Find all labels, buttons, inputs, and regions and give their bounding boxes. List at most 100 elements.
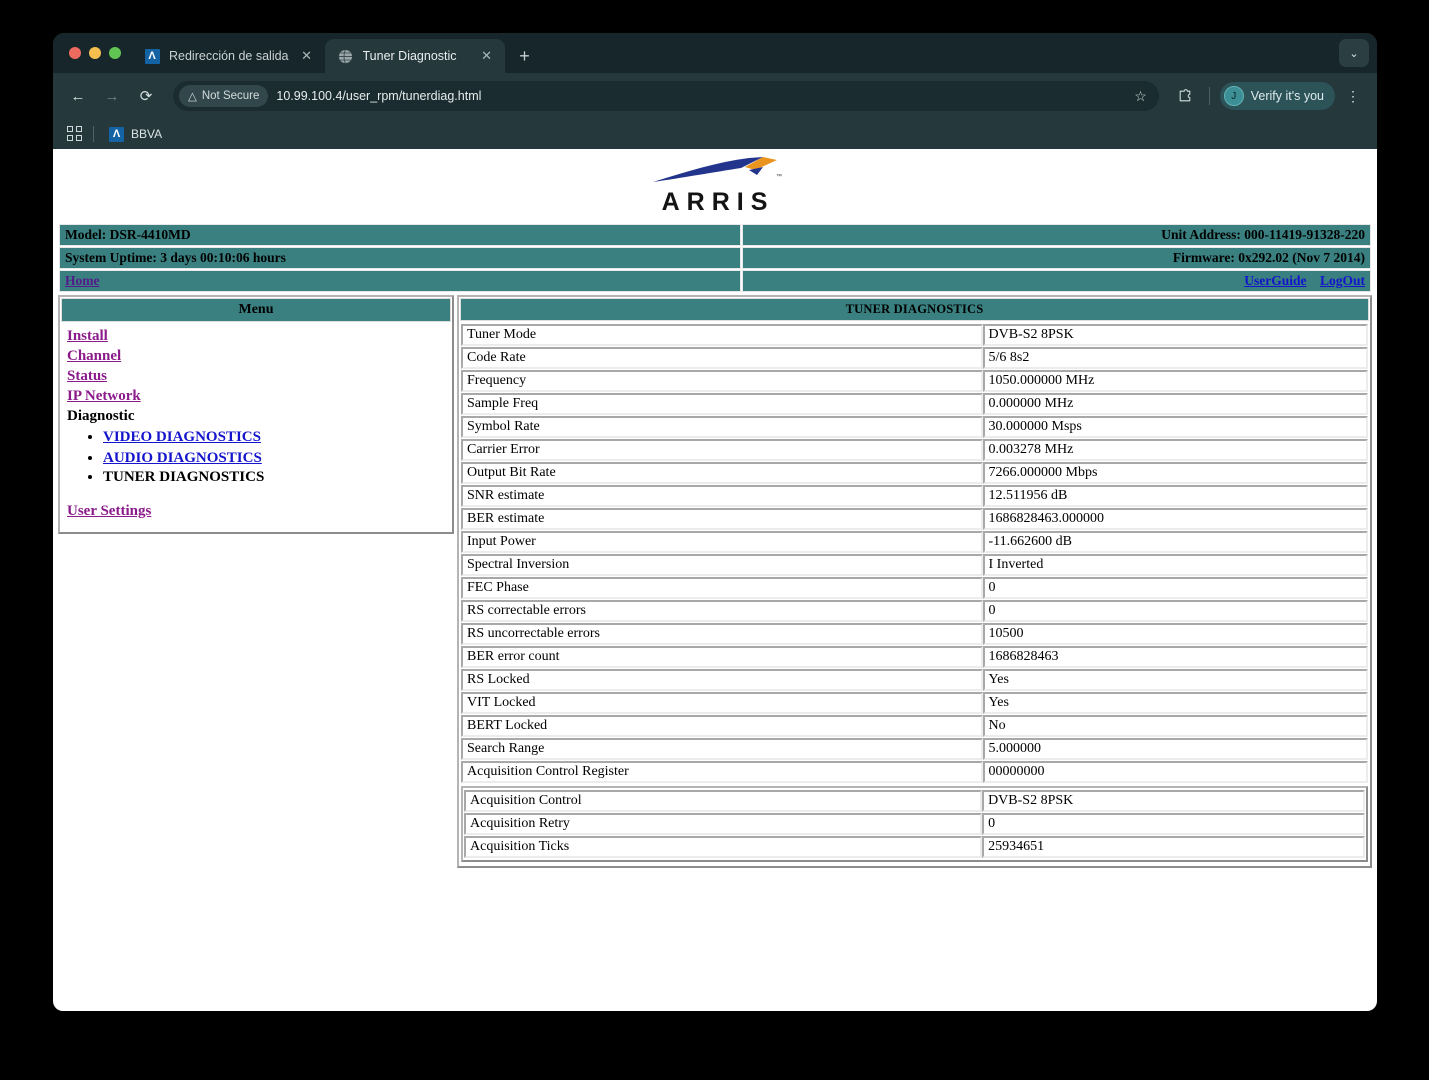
table-row: Code Rate 5/6 8s2: [461, 347, 1368, 369]
tab-close-icon[interactable]: ✕: [298, 47, 316, 65]
rows-value: 1050.000000 MHz: [982, 370, 1368, 392]
rows-value: 1686828463: [982, 646, 1368, 668]
sidebar-item-status[interactable]: Status: [67, 368, 107, 385]
rows-key: BERT Locked: [461, 715, 983, 737]
model-label: Model: DSR-4410MD: [59, 224, 741, 246]
info-row-uptime: System Uptime: 3 days 00:10:06 hours Fir…: [59, 247, 1371, 269]
rows-value: Yes: [982, 692, 1368, 714]
table-row: VIT Locked Yes: [461, 692, 1368, 714]
menu-title: Menu: [61, 298, 451, 322]
sidebar-item-user-settings[interactable]: User Settings: [67, 503, 151, 520]
table-row: BER estimate 1686828463.000000: [461, 508, 1368, 530]
bookmarks-bar: Λ BBVA: [53, 119, 1377, 149]
minimize-window-button[interactable]: [89, 47, 101, 59]
rows-key: FEC Phase: [461, 577, 983, 599]
rows-key: RS correctable errors: [461, 600, 983, 622]
avatar: J: [1223, 86, 1244, 106]
tuner-diagnostics-table: Tuner Mode DVB-S2 8PSK Code Rate 5/6 8s2 Fre…: [461, 323, 1368, 784]
device-info-table: Model: DSR-4410MD Unit Address: 000-1141…: [58, 223, 1372, 293]
extensions-puzzle-icon[interactable]: [1171, 82, 1199, 110]
maximize-window-button[interactable]: [109, 47, 121, 59]
rows-key: Search Range: [461, 738, 983, 760]
rows-key: BER error count: [461, 646, 983, 668]
table-row: BER error count 1686828463: [461, 646, 1368, 668]
bbva-favicon: Λ: [109, 126, 124, 142]
rows-value: 12.511956 dB: [982, 485, 1368, 507]
browser-window: Λ Redirección de salida ✕ Tuner Diagnost…: [53, 33, 1377, 1011]
logout-link[interactable]: LogOut: [1320, 273, 1365, 288]
bookmarks-divider: [93, 126, 94, 142]
table-row: Sample Freq 0.000000 MHz: [461, 393, 1368, 415]
sidebar-item-video-diagnostics[interactable]: VIDEO DIAGNOSTICS: [103, 429, 261, 446]
rows-value: 0.003278 MHz: [982, 439, 1368, 461]
sidebar-item-channel[interactable]: Channel: [67, 348, 121, 365]
reload-icon[interactable]: ⟳: [131, 81, 161, 111]
table-row: Spectral Inversion I Inverted: [461, 554, 1368, 576]
sidebar-item-ip-network[interactable]: IP Network: [67, 388, 141, 405]
bookmark-bbva[interactable]: Λ BBVA: [104, 124, 167, 145]
grid-apps-icon[interactable]: [67, 126, 83, 142]
tab-tuner-diagnostic[interactable]: Tuner Diagnostic ✕: [324, 39, 505, 73]
sidebar-item-install[interactable]: Install: [67, 328, 108, 345]
sidebar-item-audio-diagnostics[interactable]: AUDIO DIAGNOSTICS: [103, 450, 262, 467]
browser-menu-icon[interactable]: ⋮: [1339, 82, 1367, 110]
menu-spacer: [67, 488, 445, 501]
acquisition-table: Acquisition Control DVB-S2 8PSK Acquisitio…: [464, 789, 1365, 859]
rows-value: 00000000: [982, 761, 1368, 783]
diagnostic-sublist: VIDEO DIAGNOSTICS AUDIO DIAGNOSTICS TUNE…: [67, 427, 445, 486]
rows-key: SNR estimate: [461, 485, 983, 507]
bookmark-star-icon[interactable]: ☆: [1134, 88, 1151, 105]
account-links-cell: UserGuide LogOut: [741, 270, 1371, 292]
rows-key: Code Rate: [461, 347, 983, 369]
rows-value: I Inverted: [982, 554, 1368, 576]
userguide-link[interactable]: UserGuide: [1244, 273, 1306, 288]
table-row: Acquisition Control Register 00000000: [461, 761, 1368, 783]
profile-verify-button[interactable]: J Verify it's you: [1219, 82, 1335, 110]
table-row: Symbol Rate 30.000000 Msps: [461, 416, 1368, 438]
not-secure-badge[interactable]: △ Not Secure: [179, 85, 269, 107]
bbva-favicon: Λ: [144, 48, 160, 64]
rows2-key: Acquisition Ticks: [464, 836, 983, 858]
diagnostics-body: Tuner Mode DVB-S2 8PSK Code Rate 5/6 8s2 Fre…: [460, 321, 1369, 865]
address-bar[interactable]: △ Not Secure 10.99.100.4/user_rpm/tunerd…: [173, 81, 1159, 111]
rows-value: 5/6 8s2: [982, 347, 1368, 369]
rows-value: Yes: [982, 669, 1368, 691]
rows-key: Input Power: [461, 531, 983, 553]
url-input[interactable]: 10.99.100.4/user_rpm/tunerdiag.html: [276, 89, 1126, 103]
diagnostics-panel: TUNER DIAGNOSTICS Tuner Mode DVB-S2 8PSK C…: [457, 295, 1372, 868]
toolbar-divider: [1208, 87, 1210, 105]
firmware-label: Firmware: 0x292.02 (Nov 7 2014): [741, 247, 1371, 269]
rows-key: BER estimate: [461, 508, 983, 530]
table-row: Frequency 1050.000000 MHz: [461, 370, 1368, 392]
rows-value: DVB-S2 8PSK: [982, 324, 1368, 346]
arris-logo: ™ ARRIS: [53, 149, 1377, 223]
table-row: Input Power -11.662600 dB: [461, 531, 1368, 553]
list-item[interactable]: VIDEO DIAGNOSTICS: [103, 427, 445, 447]
sidebar-group-diagnostic: Diagnostic: [67, 408, 135, 424]
rows-value: 10500: [982, 623, 1368, 645]
back-arrow-icon[interactable]: ←: [63, 81, 93, 111]
table-row: Output Bit Rate 7266.000000 Mbps: [461, 462, 1368, 484]
rows-value: 1686828463.000000: [982, 508, 1368, 530]
list-item[interactable]: AUDIO DIAGNOSTICS: [103, 448, 445, 468]
home-link[interactable]: Home: [65, 273, 100, 288]
rows2-value: DVB-S2 8PSK: [982, 790, 1365, 812]
uptime-label: System Uptime: 3 days 00:10:06 hours: [59, 247, 741, 269]
tab-close-icon[interactable]: ✕: [478, 47, 496, 65]
tab-redireccion-de-salida[interactable]: Λ Redirección de salida ✕: [131, 39, 325, 73]
forward-arrow-icon[interactable]: →: [97, 81, 127, 111]
table-row: BERT Locked No: [461, 715, 1368, 737]
close-window-button[interactable]: [69, 47, 81, 59]
rows-value: -11.662600 dB: [982, 531, 1368, 553]
rows-key: Spectral Inversion: [461, 554, 983, 576]
bookmark-label: BBVA: [131, 127, 163, 141]
globe-favicon: [338, 48, 354, 64]
rows2-key: Acquisition Retry: [464, 813, 983, 835]
rows-key: Acquisition Control Register: [461, 761, 983, 783]
new-tab-button[interactable]: +: [511, 42, 539, 70]
sidebar-item-tuner-diagnostics: TUNER DIAGNOSTICS: [103, 469, 265, 485]
table-row: Tuner Mode DVB-S2 8PSK: [461, 324, 1368, 346]
tab-search-chevron-down-icon[interactable]: ⌄: [1339, 39, 1369, 67]
rows-value: 5.000000: [982, 738, 1368, 760]
info-row-model: Model: DSR-4410MD Unit Address: 000-1141…: [59, 224, 1371, 246]
